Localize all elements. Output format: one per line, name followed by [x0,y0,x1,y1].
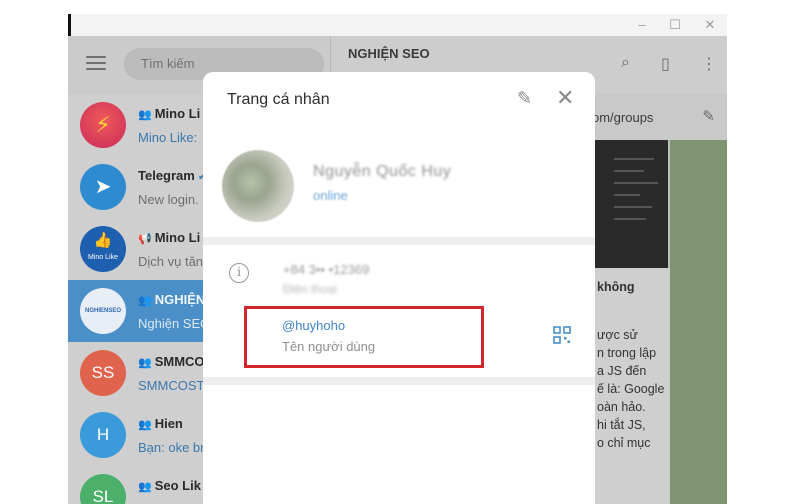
message-line: không [597,280,635,294]
phone-number[interactable]: +84 3•• •12369 [283,262,369,277]
code-line [614,182,658,184]
section-divider [203,377,595,385]
avatar: SS [80,350,126,396]
chat-preview: SMMCOST [138,378,205,393]
menu-icon[interactable] [86,56,106,70]
chat-name: Seo Lik [154,478,201,493]
message-line: a JS đến [597,364,647,378]
message-line: n trong lập [597,346,657,360]
code-line [614,218,646,220]
profile-status: online [313,188,348,203]
maximize-button[interactable]: ☐ [665,16,685,34]
code-line [614,194,640,196]
chat-name: SMMCO [154,354,205,369]
chat-name: Telegram [138,168,195,183]
pin-list-icon[interactable]: ✎ [702,107,715,125]
group-icon: 👥 [138,481,152,493]
lightning-icon: ⚡ [95,112,111,137]
window-edge [68,14,71,36]
highlight-box [244,306,484,368]
avatar: H [80,412,126,458]
chat-preview: Dịch vụ tăn [138,254,204,269]
minimize-button[interactable]: – [632,16,652,34]
info-icon: i [229,263,249,283]
telegram-plane-icon: ➤ [94,176,112,198]
edit-pencil-icon[interactable]: ✎ [517,88,532,109]
chat-name: Mino Li [154,230,201,245]
code-line [614,170,644,172]
profile-dialog: Trang cá nhân ✎ ✕ Nguyễn Quốc Huy online… [203,72,595,504]
avatar: SL [80,474,126,504]
chat-preview: Bạn: oke br [138,440,205,455]
avatar-label: Mino Like [88,254,118,261]
more-options-icon[interactable]: ⋮ [701,54,717,74]
chat-name: Mino Li [154,106,201,121]
message-bubble[interactable]: không ược sử n trong lập a JS đến ế là: … [592,268,670,504]
avatar: ➤ [80,164,126,210]
code-line [614,206,652,208]
message-line: oàn hảo. [597,400,646,414]
group-icon: 👥 [138,357,152,369]
profile-name: Nguyễn Quốc Huy [313,163,452,180]
chat-name: Hien [154,416,183,431]
qr-code-icon[interactable] [553,326,571,344]
avatar: 👍 Mino Like [80,226,126,272]
phone-label: Điện thoại [283,282,338,296]
chat-preview: Nghiện SEO [138,316,211,331]
chat-preview: New login. [138,192,199,207]
dialog-title: Trang cá nhân [227,91,330,108]
nghien-seo-logo-icon: NGHIENSEO [84,308,121,314]
group-icon: 👥 [138,419,152,431]
message-image[interactable] [592,140,668,268]
message-line: ược sử [597,328,638,342]
chat-background [670,140,727,504]
profile-avatar[interactable] [222,150,294,222]
avatar: NGHIENSEO [80,288,126,334]
chat-preview: Mino Like: [138,130,198,145]
message-line: hi tắt JS, [597,418,646,432]
group-icon: 👥 [138,109,152,121]
code-line [614,158,654,160]
thumbs-up-icon: 👍 [93,232,113,249]
chat-title: NGHIỆN SEO [348,46,430,61]
close-icon[interactable]: ✕ [556,86,574,110]
avatar: ⚡ [80,102,126,148]
sidebar-toggle-icon[interactable]: ▯ [661,54,670,74]
chat-name: NGHIỆN [154,292,206,307]
pinned-text: om/groups [592,110,654,125]
close-window-button[interactable]: ✕ [700,16,720,34]
search-icon[interactable]: ⌕ [621,54,630,72]
group-icon: 👥 [138,295,152,307]
message-line: o chỉ mục [597,436,651,450]
title-bar: – ☐ ✕ [68,14,727,36]
megaphone-icon: 📢 [138,233,152,245]
message-line: ế là: Google [597,382,665,396]
section-divider [203,237,595,245]
search-placeholder: Tìm kiếm [141,56,195,71]
